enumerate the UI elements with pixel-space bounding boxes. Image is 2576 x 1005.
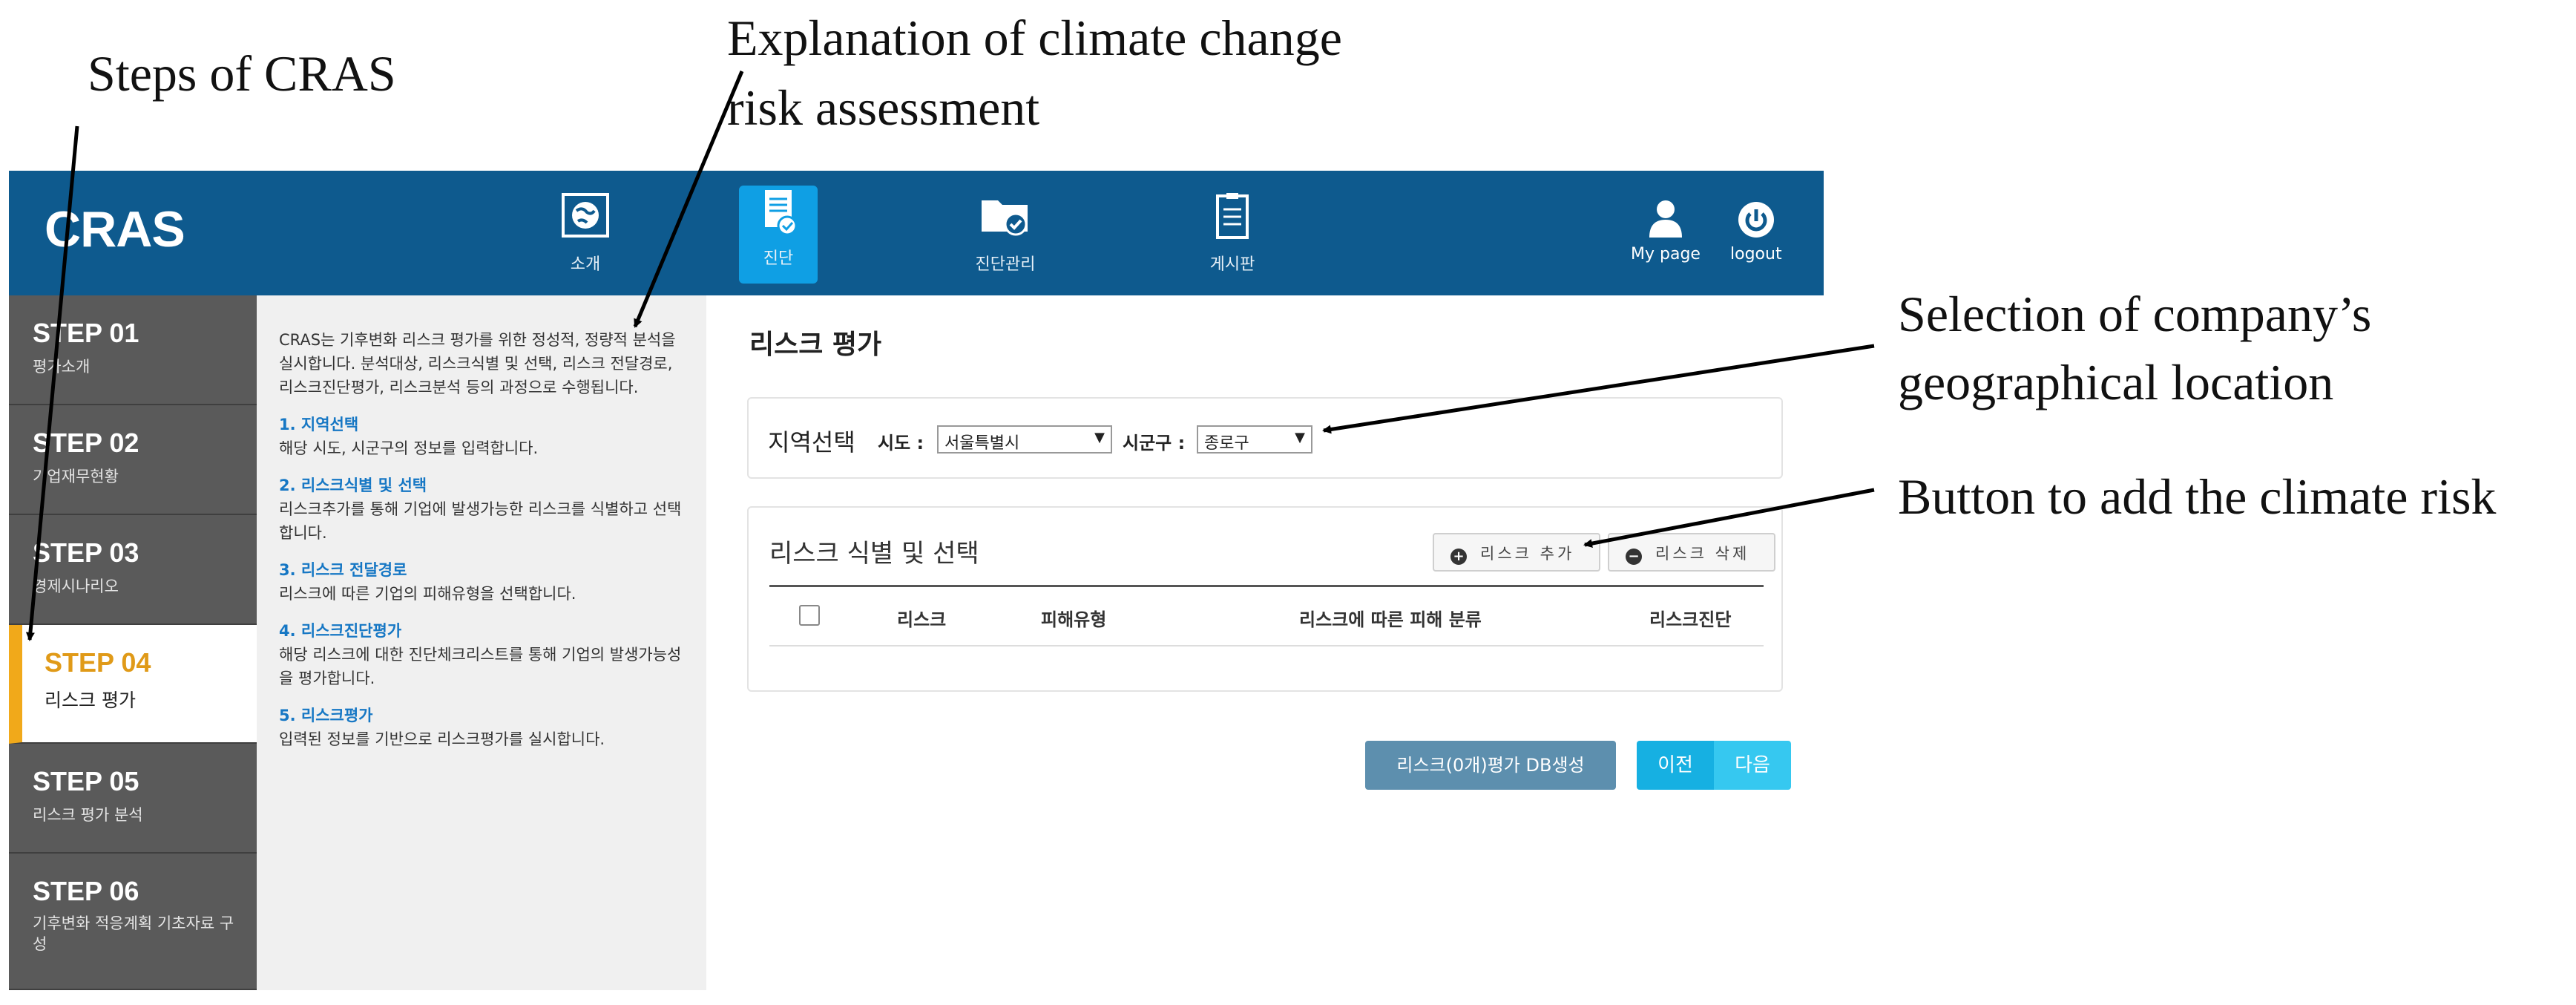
step-04[interactable]: STEP 04 리스크 평가 — [9, 625, 257, 744]
chevron-down-icon: ▼ — [1295, 430, 1305, 445]
nav-board-label: 게시판 — [1209, 255, 1255, 274]
step-number: STEP 05 — [33, 766, 139, 796]
explanation-item-4: 4. 리스크진단평가 해당 리스크에 대한 진단체크리스트를 통해 기업의 발생… — [279, 619, 690, 690]
explanation-item-2: 2. 리스크식별 및 선택 리스크추가를 통해 기업에 발생가능한 리스크를 식… — [279, 474, 690, 545]
sigungu-selected-value: 종로구 — [1204, 434, 1249, 453]
annotation-location-line2: geographical location — [1898, 354, 2334, 410]
sido-select[interactable]: 서울특별시 ▼ — [937, 425, 1112, 454]
column-risk-diagnosis: 리스크진단 — [1649, 609, 1732, 630]
step-03[interactable]: STEP 03 경제시나리오 — [9, 515, 257, 625]
delete-risk-label: 리스크 삭제 — [1655, 545, 1750, 563]
step-number: STEP 02 — [33, 428, 139, 458]
region-selection-panel: 지역선택 시도 : 서울특별시 ▼ 시군구 : 종로구 ▼ — [747, 397, 1783, 479]
explanation-heading: 2. 리스크식별 및 선택 — [279, 477, 427, 494]
prev-button[interactable]: 이전 — [1637, 741, 1714, 790]
step-number: STEP 04 — [45, 647, 151, 678]
explanation-heading: 1. 지역선택 — [279, 416, 359, 433]
column-risk: 리스크 — [897, 609, 947, 630]
annotation-explanation-line2: risk assessment — [727, 79, 1040, 136]
explanation-intro: CRAS는 기후변화 리스크 평가를 위한 정성적, 정량적 분석을 실시합니다… — [279, 331, 676, 396]
step-05[interactable]: STEP 05 리스크 평가 분석 — [9, 744, 257, 854]
explanation-item-1: 1. 지역선택 해당 시도, 시군구의 정보를 입력합니다. — [279, 413, 690, 460]
explanation-heading: 3. 리스크 전달경로 — [279, 561, 407, 579]
page-title: 리스크 평가 — [749, 330, 882, 360]
plus-circle-icon: + — [1450, 549, 1467, 565]
step-label: 경제시나리오 — [33, 577, 119, 595]
explanation-text: 해당 리스크에 대한 진단체크리스트를 통해 기업의 발생가능성을 평가합니다. — [279, 646, 682, 687]
step-06[interactable]: STEP 06 기후변화 적응계획 기초자료 구성 — [9, 854, 257, 990]
power-icon — [1738, 202, 1774, 238]
cras-app-window: CRAS 소개 진단 진단관리 게시판 My page logout STEP … — [9, 171, 1824, 990]
top-navigation-bar: CRAS 소개 진단 진단관리 게시판 My page logout — [9, 171, 1824, 295]
risk-table-header: 리스크 피해유형 리스크에 따른 피해 분류 리스크진단 — [769, 585, 1764, 646]
logout-label: logout — [1730, 245, 1782, 263]
risk-section-title: 리스크 식별 및 선택 — [769, 539, 979, 569]
chevron-down-icon: ▼ — [1094, 430, 1105, 445]
folder-check-icon — [982, 200, 1028, 236]
nav-intro[interactable]: 소개 — [522, 189, 648, 285]
add-risk-button[interactable]: + 리스크 추가 — [1433, 533, 1600, 572]
explanation-item-5: 5. 리스크평가 입력된 정보를 기반으로 리스크평가를 실시합니다. — [279, 704, 690, 751]
sido-label: 시도 : — [878, 433, 924, 454]
explanation-item-3: 3. 리스크 전달경로 리스크에 따른 기업의 피해유형을 선택합니다. — [279, 558, 690, 606]
annotation-add-risk: Button to add the climate risk — [1898, 468, 2497, 525]
nav-diagnosis[interactable]: 진단 — [739, 186, 818, 284]
add-risk-label: 리스크 추가 — [1480, 545, 1575, 563]
explanation-panel: CRAS는 기후변화 리스크 평가를 위한 정성적, 정량적 분석을 실시합니다… — [257, 295, 706, 990]
step-label: 리스크 평가 분석 — [33, 806, 143, 824]
column-damage-type: 피해유형 — [1041, 609, 1107, 630]
user-icon — [1649, 200, 1682, 238]
annotation-explanation-line1: Explanation of climate change — [727, 10, 1342, 66]
nav-diagnosis-label: 진단 — [763, 249, 794, 268]
next-button[interactable]: 다음 — [1714, 741, 1791, 790]
annotation-location-line1: Selection of company’s — [1898, 286, 2372, 342]
my-page-label: My page — [1631, 245, 1701, 263]
risk-identification-panel: 리스크 식별 및 선택 + 리스크 추가 − 리스크 삭제 리스크 피해유형 리스크… — [747, 506, 1783, 692]
explanation-text: 입력된 정보를 기반으로 리스크평가를 실시합니다. — [279, 730, 605, 748]
step-02[interactable]: STEP 02 기업재무현황 — [9, 405, 257, 515]
region-title: 지역선택 — [768, 428, 855, 456]
step-number: STEP 01 — [33, 318, 139, 348]
nav-board[interactable]: 게시판 — [1169, 189, 1295, 285]
steps-sidebar: STEP 01 평가소개 STEP 02 기업재무현황 STEP 03 경제시나… — [9, 295, 257, 990]
nav-diagnosis-management[interactable]: 진단관리 — [942, 189, 1068, 285]
document-check-icon — [765, 190, 798, 236]
generate-db-button[interactable]: 리스크(0개)평가 DB생성 — [1365, 741, 1616, 790]
step-label: 리스크 평가 — [45, 690, 136, 711]
step-label: 기후변화 적응계획 기초자료 구성 — [33, 914, 234, 953]
my-page-button[interactable]: My page — [1631, 197, 1701, 263]
step-label: 평가소개 — [33, 358, 91, 376]
explanation-heading: 4. 리스크진단평가 — [279, 622, 402, 640]
nav-diagnosis-management-label: 진단관리 — [975, 255, 1036, 274]
logout-button[interactable]: logout — [1730, 197, 1782, 263]
delete-risk-button[interactable]: − 리스크 삭제 — [1608, 533, 1775, 572]
column-damage-classification: 리스크에 따른 피해 분류 — [1299, 609, 1482, 630]
explanation-text: 해당 시도, 시군구의 정보를 입력합니다. — [279, 439, 539, 457]
cras-logo[interactable]: CRAS — [45, 200, 185, 258]
step-01[interactable]: STEP 01 평가소개 — [9, 295, 257, 405]
explanation-text: 리스크추가를 통해 기업에 발생가능한 리스크를 식별하고 선택합니다. — [279, 500, 682, 542]
select-all-checkbox[interactable] — [799, 605, 820, 626]
sigungu-label: 시군구 : — [1123, 433, 1186, 454]
step-number: STEP 03 — [33, 537, 139, 568]
sido-selected-value: 서울특별시 — [944, 434, 1020, 453]
step-number: STEP 06 — [33, 876, 139, 906]
minus-circle-icon: − — [1626, 549, 1642, 565]
nav-intro-label: 소개 — [570, 255, 601, 274]
explanation-text: 리스크에 따른 기업의 피해유형을 선택합니다. — [279, 585, 576, 603]
globe-icon — [562, 193, 609, 238]
sigungu-select[interactable]: 종로구 ▼ — [1197, 425, 1312, 454]
step-label: 기업재무현황 — [33, 468, 119, 485]
clipboard-icon — [1216, 193, 1249, 239]
explanation-heading: 5. 리스크평가 — [279, 707, 373, 724]
annotation-steps: Steps of CRAS — [88, 45, 396, 102]
